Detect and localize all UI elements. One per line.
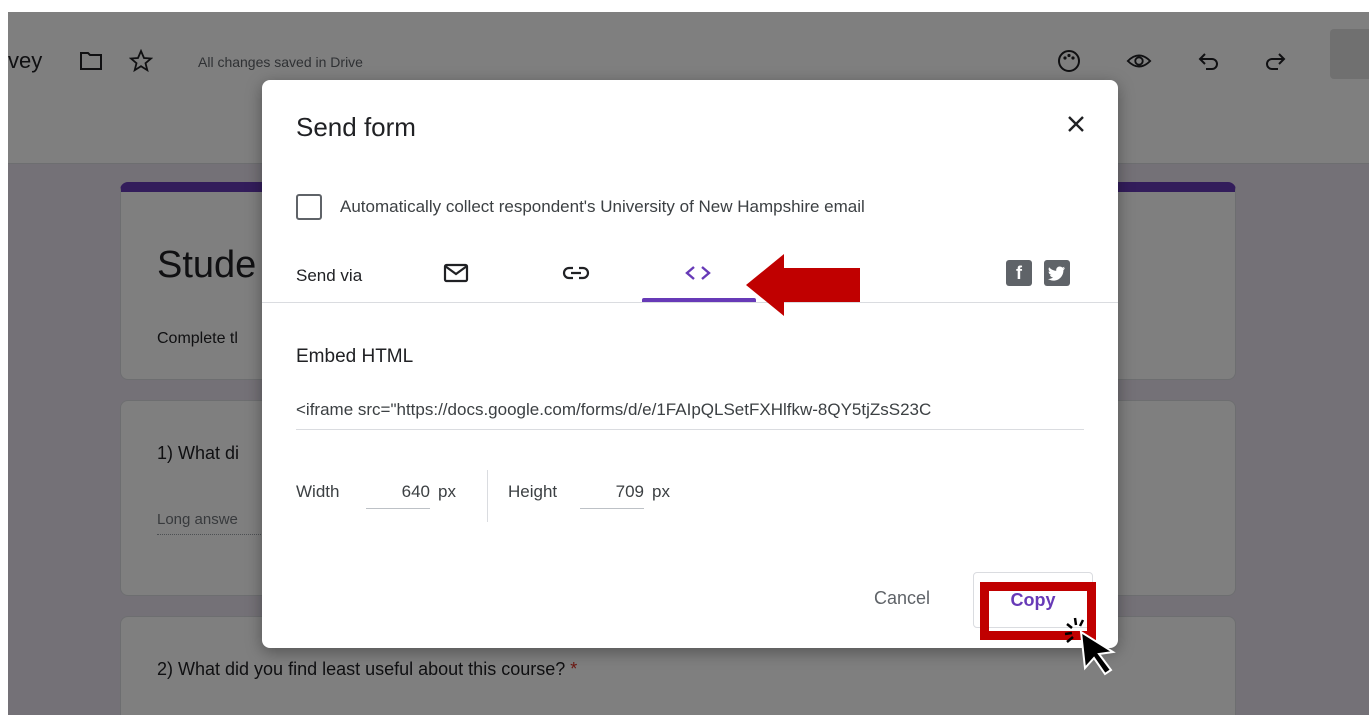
- facebook-icon[interactable]: f: [1006, 260, 1032, 286]
- collect-email-checkbox[interactable]: [296, 194, 322, 220]
- dimension-divider: [487, 470, 488, 522]
- embed-code-field[interactable]: <iframe src="https://docs.google.com/for…: [296, 400, 1084, 430]
- height-label: Height: [508, 482, 558, 501]
- link-icon[interactable]: [558, 256, 594, 290]
- code-icon[interactable]: [680, 256, 716, 290]
- width-input[interactable]: 640: [366, 482, 430, 509]
- close-icon[interactable]: [1062, 110, 1090, 138]
- mail-icon[interactable]: [438, 256, 474, 290]
- facebook-glyph: f: [1016, 262, 1022, 283]
- collect-email-label[interactable]: Automatically collect respondent's Unive…: [340, 197, 865, 217]
- embed-html-heading: Embed HTML: [296, 346, 414, 367]
- screen: vey All changes saved in Drive Stude Com…: [8, 12, 1369, 715]
- dialog-title: Send form: [296, 112, 416, 142]
- twitter-icon[interactable]: [1044, 260, 1070, 286]
- collect-email-row: Automatically collect respondent's Unive…: [296, 194, 865, 220]
- tabs-divider: [262, 302, 1118, 303]
- height-input[interactable]: 709: [580, 482, 644, 509]
- annotation-arrow-icon: [746, 254, 860, 316]
- send-form-dialog: Send form Automatically collect responde…: [262, 80, 1118, 648]
- width-label: Width: [296, 482, 340, 501]
- cancel-button[interactable]: Cancel: [858, 588, 946, 612]
- mouse-cursor-icon: [1064, 617, 1116, 676]
- send-via-label: Send via: [296, 266, 363, 285]
- width-unit: px: [438, 482, 456, 501]
- height-unit: px: [652, 482, 670, 501]
